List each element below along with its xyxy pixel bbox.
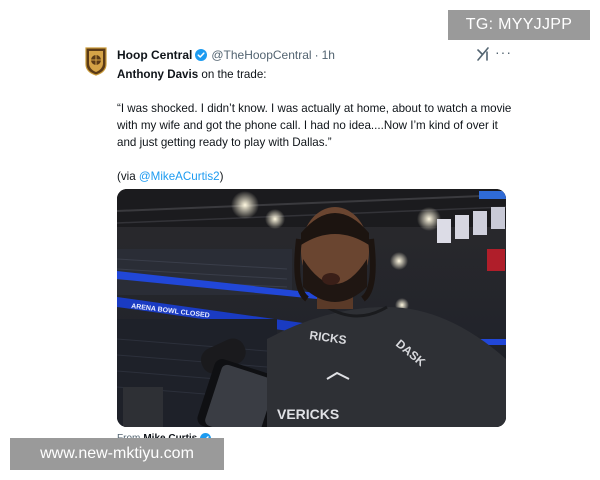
timestamp[interactable]: 1h	[322, 48, 335, 62]
tweet-intro: Anthony Davis on the trade:	[117, 66, 512, 83]
tweet-intro-rest: on the trade:	[198, 68, 267, 81]
video-frame-image: ARENA BOWL CLOSED RICKS DASK VERICKS	[117, 189, 506, 427]
via-suffix: )	[219, 170, 224, 183]
tweet-body: Anthony Davis on the trade: “I was shock…	[117, 66, 512, 185]
shirt-text-3: VERICKS	[277, 406, 339, 422]
hoop-central-logo-icon	[85, 47, 107, 76]
tweet-header: Hoop Central @TheHoopCentral · 1h ···	[117, 44, 512, 64]
via-prefix: (via	[117, 170, 139, 183]
tweet-video[interactable]: ARENA BOWL CLOSED RICKS DASK VERICKS	[117, 189, 506, 427]
dot-separator: ·	[314, 48, 319, 62]
tweet-via: (via @MikeACurtis2)	[117, 168, 512, 185]
grok-icon[interactable]	[476, 46, 490, 62]
via-link[interactable]: @MikeACurtis2	[139, 170, 220, 183]
more-icon[interactable]: ···	[495, 44, 512, 60]
verified-badge-icon	[195, 49, 208, 61]
author-handle[interactable]: @TheHoopCentral	[211, 48, 311, 62]
author-name[interactable]: Hoop Central	[117, 48, 192, 62]
avatar[interactable]	[84, 46, 108, 76]
tweet-quote: “I was shocked. I didn’t know. I was act…	[117, 102, 512, 149]
watermark-top: TG: MYYJJPP	[448, 10, 590, 40]
watermark-bottom: www.new-mktiyu.com	[10, 438, 224, 470]
tweet-intro-bold: Anthony Davis	[117, 68, 199, 81]
